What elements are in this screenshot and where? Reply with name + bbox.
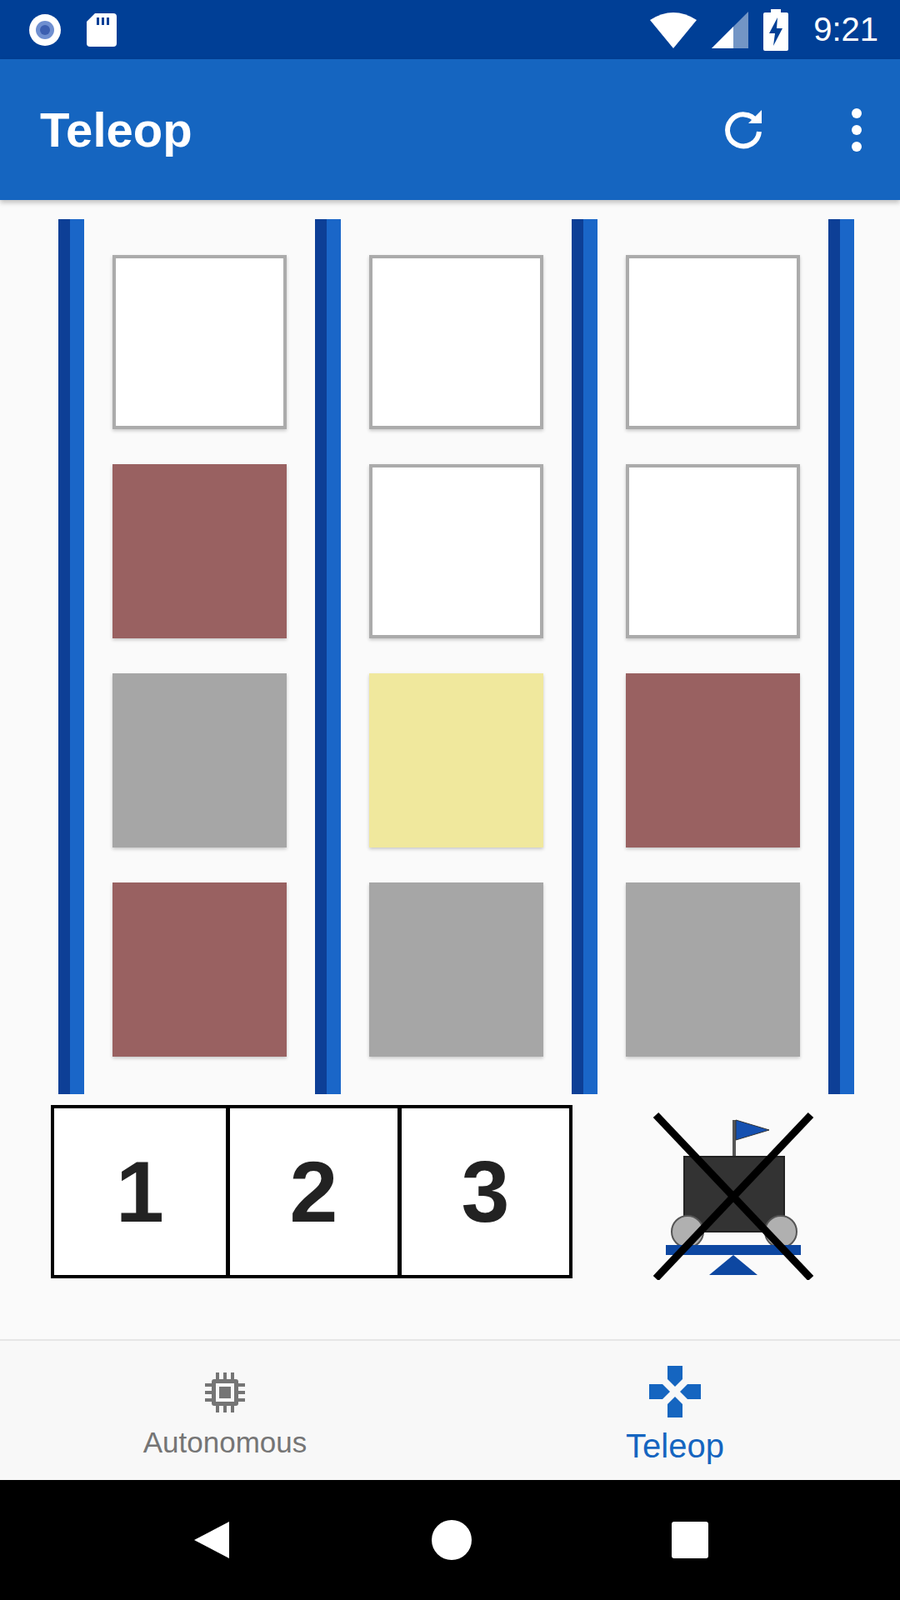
glyph-cell[interactable] <box>625 255 800 430</box>
glyph-cell[interactable] <box>112 673 287 848</box>
recents-icon[interactable] <box>670 1520 710 1560</box>
signal-icon <box>711 11 749 49</box>
app-bar-title: Teleop <box>40 101 193 158</box>
glyph-cell[interactable] <box>369 464 544 639</box>
wifi-icon <box>650 11 697 49</box>
status-bar: 9:21 <box>0 0 900 60</box>
bottom-nav: Autonomous Teleop <box>0 1339 900 1480</box>
glyph-cell[interactable] <box>625 882 800 1057</box>
cryptobox-divider <box>58 219 85 1095</box>
cryptobox-column <box>340 219 572 1095</box>
controls-row: 123 <box>50 1105 900 1280</box>
glyph-cell[interactable] <box>112 255 287 430</box>
bottom-nav-item[interactable]: Teleop <box>450 1340 900 1480</box>
sd-card-icon <box>85 11 119 49</box>
glyph-cell[interactable] <box>369 255 544 430</box>
screen: 9:21 Teleop 123 Autonomous Teleop <box>0 0 900 1600</box>
cryptobox-divider <box>571 219 598 1095</box>
battery-charging-icon <box>763 9 789 51</box>
content: 123 <box>0 200 900 1340</box>
bottom-nav-label: Teleop <box>625 1427 725 1465</box>
refresh-icon[interactable] <box>720 106 767 154</box>
balance-robot-icon[interactable] <box>649 1110 816 1280</box>
glyph-cell[interactable] <box>112 882 287 1057</box>
cipher-button[interactable]: 2 <box>225 1108 398 1275</box>
glyph-cell[interactable] <box>369 673 544 848</box>
glyph-cell[interactable] <box>625 673 800 848</box>
cipher-buttons: 123 <box>50 1105 573 1279</box>
cryptobox <box>58 219 900 1095</box>
cryptobox-column <box>84 219 315 1095</box>
app-bar: Teleop <box>0 59 900 200</box>
glyph-cell[interactable] <box>369 882 544 1057</box>
status-time: 9:21 <box>813 10 879 49</box>
overflow-menu-icon[interactable] <box>846 106 867 154</box>
glyph-cell[interactable] <box>112 464 287 639</box>
cryptobox-divider <box>315 219 341 1095</box>
chip-icon <box>201 1369 249 1416</box>
cryptobox-column <box>597 219 829 1095</box>
bottom-nav-label: Autonomous <box>143 1425 308 1460</box>
back-icon[interactable] <box>190 1519 233 1561</box>
cipher-button[interactable]: 1 <box>54 1108 226 1275</box>
cipher-button[interactable]: 3 <box>397 1108 570 1275</box>
gamepad-icon <box>649 1365 701 1418</box>
app-status-icon <box>26 11 64 49</box>
system-nav-bar <box>0 1480 900 1600</box>
cryptobox-divider <box>828 219 855 1095</box>
home-icon[interactable] <box>430 1519 473 1561</box>
glyph-cell[interactable] <box>625 464 800 639</box>
bottom-nav-item[interactable]: Autonomous <box>0 1340 450 1480</box>
